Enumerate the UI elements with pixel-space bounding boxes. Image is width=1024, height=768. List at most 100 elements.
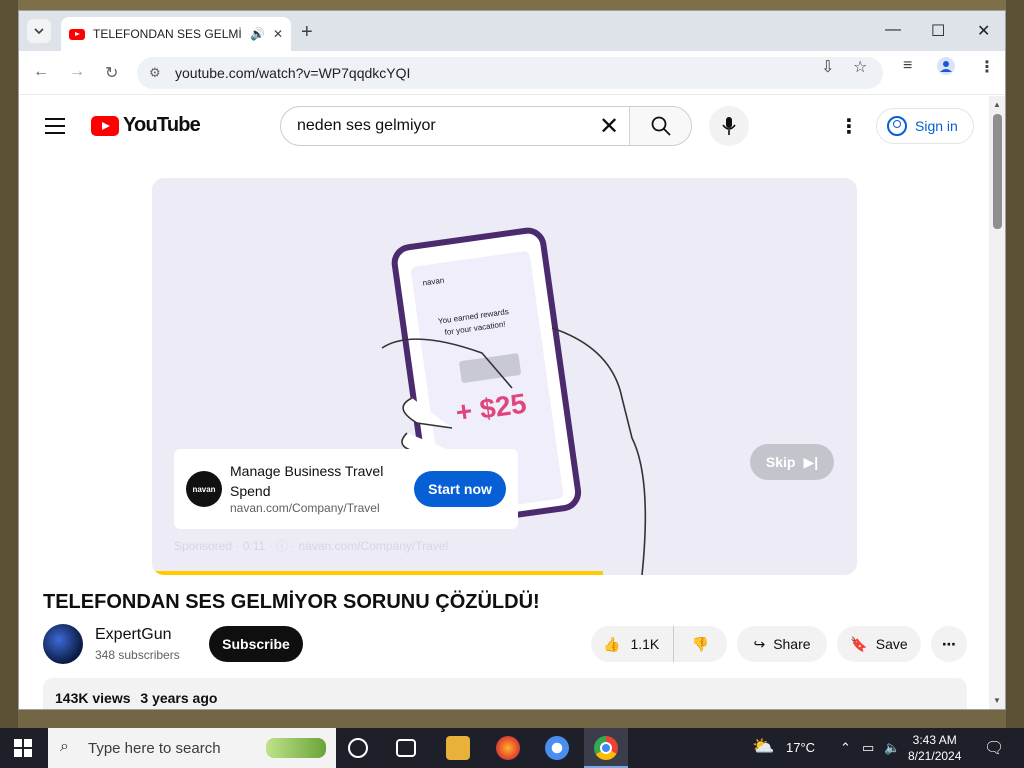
sponsored-label: Sponsored · 0:11 · ⓘ · navan.com/Company…	[174, 539, 449, 553]
bookmark-star-icon[interactable]: ☆	[853, 57, 867, 77]
search-input[interactable]: neden ses gelmiyor	[281, 117, 589, 135]
windows-taskbar: ⌕ Type here to search ⛅ 17°C ⌃ ▭ 🔈 3:43 …	[0, 728, 1024, 768]
volume-muted-icon[interactable]: 🔈	[884, 740, 900, 756]
task-view-icon[interactable]	[396, 739, 416, 757]
temperature[interactable]: 17°C	[786, 740, 815, 755]
scroll-thumb[interactable]	[993, 114, 1002, 229]
video-player[interactable]: navan You earned rewards for your vacati…	[152, 178, 857, 575]
skip-ad-button[interactable]: Skip ▶|	[750, 444, 834, 480]
search-bar: neden ses gelmiyor ✕	[280, 106, 692, 146]
ad-overlay-card[interactable]: navan Manage Business Travel Spend navan…	[174, 449, 518, 529]
system-clock[interactable]: 3:43 AM 8/21/2024	[908, 732, 961, 764]
like-button[interactable]: 👍 1.1K	[591, 626, 675, 662]
desktop-left-edge	[0, 0, 18, 728]
close-tab-icon[interactable]: ✕	[273, 27, 283, 41]
page-scrollbar[interactable]: ▲ ▼	[989, 96, 1005, 709]
upload-age: 3 years ago	[140, 690, 218, 706]
settings-kebab-icon[interactable]: ⋮	[839, 114, 859, 139]
share-button[interactable]: ↪ Share	[737, 626, 827, 662]
tray-chevron-up-icon[interactable]: ⌃	[840, 740, 851, 756]
ad-url: navan.com/Company/Travel	[230, 501, 380, 515]
media-control-icon[interactable]: ≡	[903, 57, 912, 75]
youtube-play-icon	[91, 115, 119, 136]
file-explorer-icon[interactable]	[446, 736, 470, 760]
ad-progress-bar	[152, 571, 604, 575]
maximize-button[interactable]: ☐	[931, 21, 945, 41]
tab-search-button[interactable]	[27, 19, 51, 43]
advertiser-logo: navan	[186, 471, 222, 507]
firefox-icon[interactable]	[496, 736, 520, 760]
youtube-favicon-icon	[69, 28, 85, 40]
view-count: 143K views	[55, 690, 131, 706]
video-title: TELEFONDAN SES GELMİYOR SORUNU ÇÖZÜLDÜ!	[43, 591, 540, 613]
description-box[interactable]: 143K views 3 years ago	[43, 678, 967, 709]
taskbar-search-placeholder: Type here to search	[88, 739, 221, 757]
voice-search-button[interactable]	[709, 106, 749, 146]
chevron-down-icon	[34, 28, 44, 34]
tab-title: TELEFONDAN SES GELMİYOR	[93, 27, 242, 41]
network-icon[interactable]: ▭	[862, 740, 874, 756]
profile-icon[interactable]	[937, 57, 955, 80]
close-window-button[interactable]: ✕	[977, 21, 990, 41]
search-icon: ⌕	[60, 738, 69, 755]
tab-youtube[interactable]: TELEFONDAN SES GELMİYOR 🔊 ✕	[61, 17, 291, 51]
channel-name[interactable]: ExpertGun	[95, 626, 171, 644]
clear-search-icon[interactable]: ✕	[589, 112, 629, 141]
channel-avatar[interactable]	[43, 624, 83, 664]
cortana-icon[interactable]	[348, 738, 368, 758]
scroll-down-arrow-icon[interactable]: ▼	[993, 696, 1001, 705]
scroll-up-arrow-icon[interactable]: ▲	[993, 100, 1001, 109]
chrome-icon	[594, 736, 618, 760]
share-arrow-icon: ↪	[753, 635, 766, 652]
skip-next-icon: ▶|	[803, 453, 819, 470]
youtube-logo-text: YouTube	[123, 114, 201, 136]
subscribe-button[interactable]: Subscribe	[209, 626, 303, 662]
youtube-logo[interactable]: YouTube	[91, 114, 201, 137]
url-text: youtube.com/watch?v=WP7qqdkcYQI	[175, 65, 411, 81]
browser-menu-icon[interactable]: ⋮	[979, 57, 995, 77]
subscriber-count: 348 subscribers	[95, 648, 180, 662]
search-highlight-image	[266, 738, 326, 758]
clock-time: 3:43 AM	[912, 733, 957, 747]
like-dislike-group: 👍 1.1K 👎	[591, 626, 727, 662]
taskbar-search-box[interactable]: ⌕ Type here to search	[48, 728, 336, 768]
sign-in-button[interactable]: Sign in	[876, 108, 974, 144]
search-icon	[651, 116, 671, 136]
browser-window: TELEFONDAN SES GELMİYOR 🔊 ✕ + — ☐ ✕ ← → …	[18, 10, 1006, 710]
save-button[interactable]: 🔖 Save	[837, 626, 921, 662]
minimize-button[interactable]: —	[885, 21, 901, 39]
new-tab-button[interactable]: +	[301, 21, 313, 44]
ad-cta-button[interactable]: Start now	[414, 471, 506, 507]
install-app-icon[interactable]: ⇩	[821, 57, 834, 77]
notifications-icon[interactable]: 🗨	[984, 738, 1004, 758]
thumbs-up-icon: 👍	[603, 635, 621, 652]
dislike-button[interactable]: 👎	[674, 626, 727, 662]
thumbs-down-icon: 👎	[691, 635, 710, 652]
microphone-icon	[722, 117, 736, 135]
reload-button[interactable]: ↻	[105, 63, 118, 83]
weather-icon[interactable]: ⛅	[752, 736, 774, 757]
bookmark-icon: 🔖	[850, 635, 868, 652]
guide-menu-icon[interactable]	[45, 118, 65, 139]
chromium-icon[interactable]	[545, 736, 569, 760]
back-button[interactable]: ←	[33, 63, 49, 81]
site-info-icon[interactable]: ⚙	[149, 65, 161, 81]
more-actions-button[interactable]: ⋯	[931, 626, 967, 662]
save-label: Save	[875, 636, 908, 652]
speaker-icon[interactable]: 🔊	[250, 27, 265, 41]
youtube-page: YouTube neden ses gelmiyor ✕ ⋮ Sign in n…	[19, 96, 991, 709]
ad-title: Manage Business Travel Spend	[230, 463, 384, 499]
forward-button[interactable]: →	[69, 63, 85, 81]
search-button[interactable]	[629, 107, 691, 145]
share-label: Share	[773, 636, 811, 652]
desktop-right-edge	[1006, 0, 1024, 728]
browser-toolbar: ← → ↻ ⚙ youtube.com/watch?v=WP7qqdkcYQI …	[19, 51, 1005, 95]
tab-strip: TELEFONDAN SES GELMİYOR 🔊 ✕ + — ☐ ✕	[19, 11, 1005, 51]
start-button[interactable]	[14, 739, 32, 757]
clock-date: 8/21/2024	[908, 749, 962, 763]
like-count: 1.1K	[630, 636, 660, 652]
sign-in-label: Sign in	[915, 118, 958, 134]
address-bar[interactable]: ⚙ youtube.com/watch?v=WP7qqdkcYQI	[137, 57, 883, 89]
account-icon	[887, 116, 907, 136]
chrome-taskbar-active[interactable]	[584, 728, 628, 768]
